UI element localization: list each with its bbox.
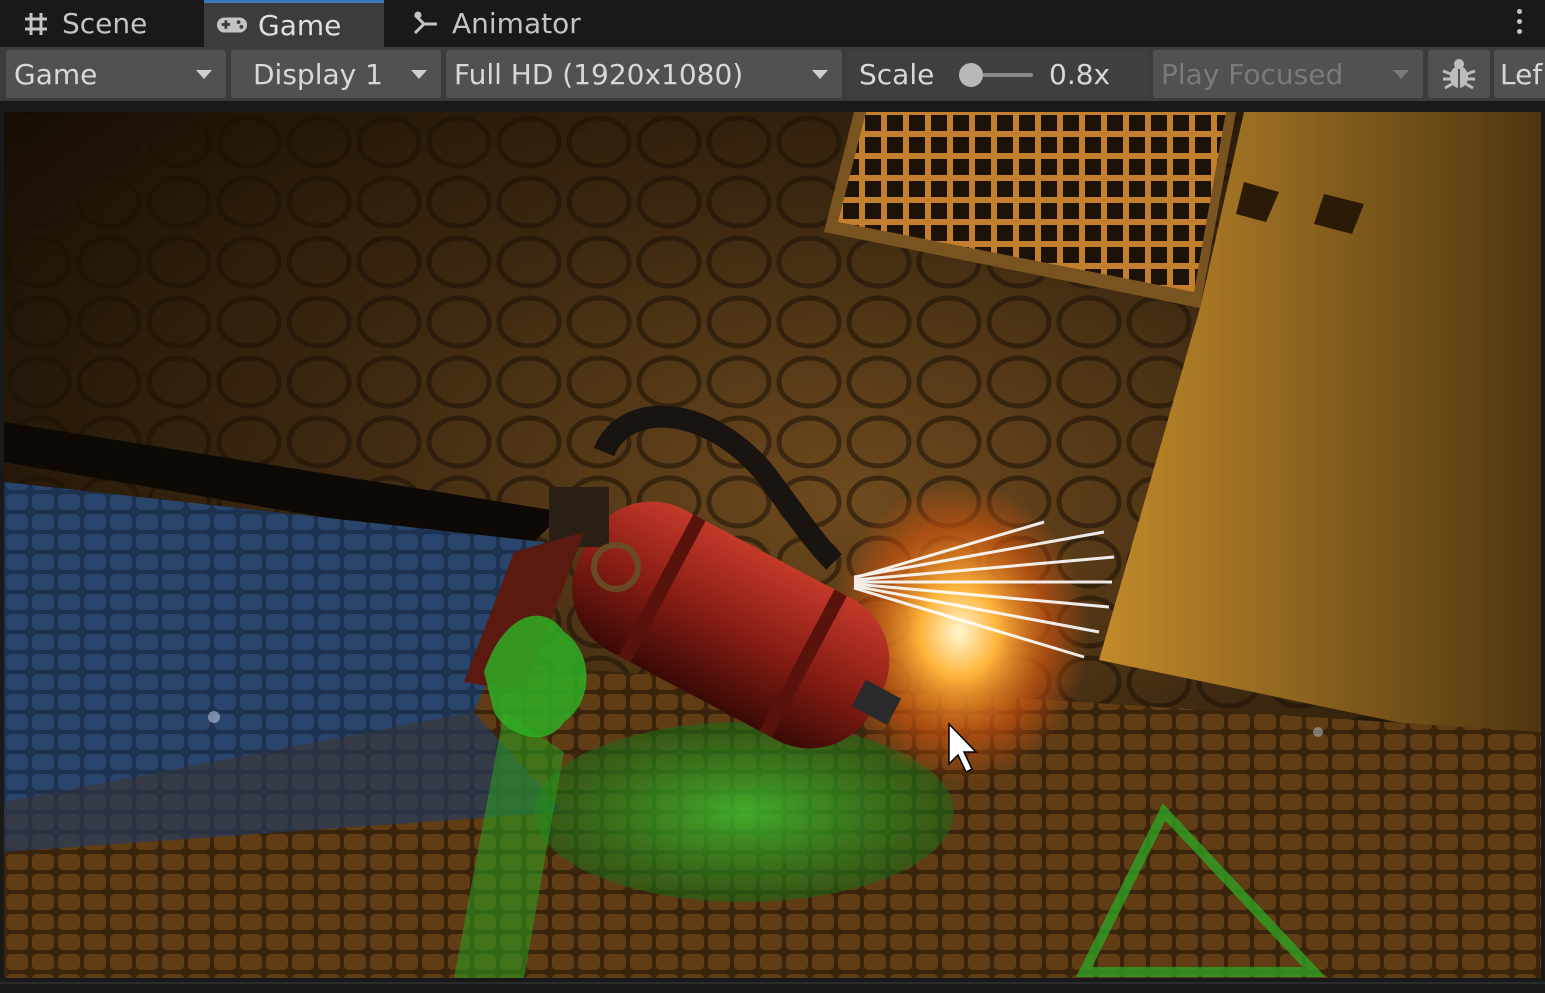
- animator-state-icon: [410, 8, 442, 40]
- game-view-toolbar: Game Display 1 Full HD (1920x1080) Scale…: [0, 47, 1545, 101]
- scale-slider-thumb[interactable]: [959, 63, 983, 87]
- gamepad-icon: [216, 9, 248, 41]
- chevron-down-icon: [196, 70, 212, 79]
- scale-control: Scale 0.8x: [847, 50, 1149, 98]
- resolution-value: Full HD (1920x1080): [454, 57, 744, 91]
- chevron-down-icon: [812, 70, 828, 79]
- tab-scene-label: Scene: [62, 7, 148, 40]
- tab-game-label: Game: [258, 8, 342, 42]
- scale-label: Scale: [859, 57, 935, 91]
- game-viewport[interactable]: [4, 112, 1541, 978]
- bottom-edge: [0, 978, 1545, 993]
- chevron-down-icon: [411, 70, 427, 79]
- scale-value: 0.8x: [1049, 58, 1111, 91]
- tab-animator[interactable]: Animator: [410, 0, 610, 47]
- chevron-down-icon: [1393, 70, 1409, 79]
- layout-label: Lef: [1500, 57, 1543, 91]
- play-mode-dropdown[interactable]: Play Focused: [1153, 50, 1423, 98]
- bug-icon: [1442, 59, 1476, 90]
- layout-button[interactable]: Lef: [1494, 50, 1545, 98]
- display-dropdown[interactable]: Display 1: [231, 50, 441, 98]
- tab-game[interactable]: Game: [204, 0, 384, 47]
- view-mode-dropdown[interactable]: Game: [6, 50, 226, 98]
- view-mode-value: Game: [14, 57, 98, 91]
- display-value: Display 1: [253, 57, 383, 91]
- grid-hash-icon: [20, 8, 52, 40]
- more-options-icon[interactable]: [1517, 9, 1523, 39]
- tab-animator-label: Animator: [452, 7, 581, 40]
- resolution-dropdown[interactable]: Full HD (1920x1080): [446, 50, 842, 98]
- stats-toggle-button[interactable]: [1428, 50, 1490, 98]
- tab-scene[interactable]: Scene: [20, 0, 200, 47]
- editor-tab-bar: Scene Game Animator: [0, 0, 1545, 47]
- game-render: [4, 112, 1541, 978]
- play-mode-value: Play Focused: [1161, 57, 1344, 91]
